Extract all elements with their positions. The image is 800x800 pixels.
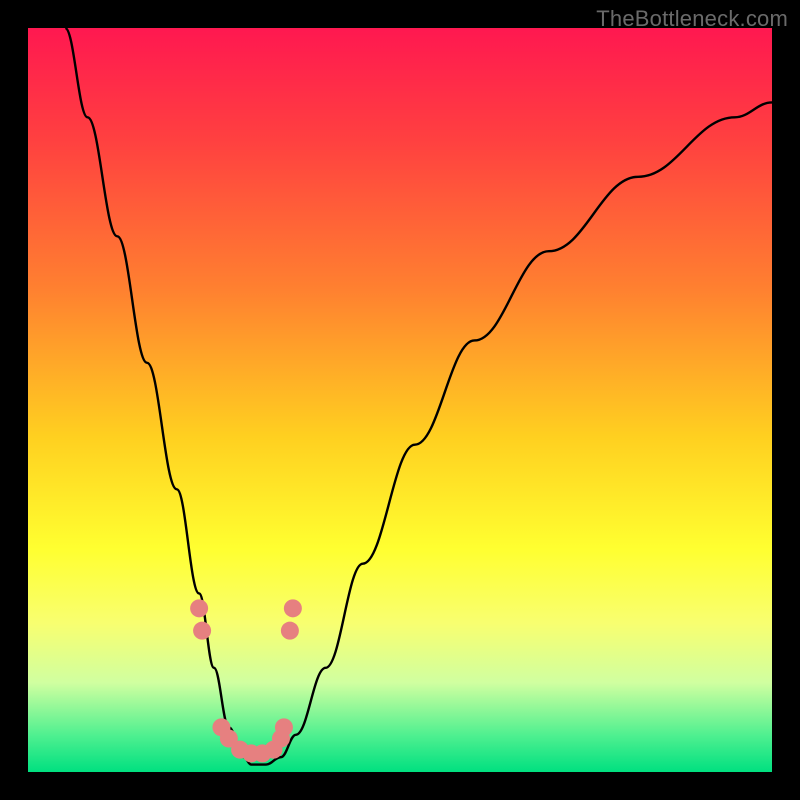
marker-dot (284, 599, 302, 617)
marker-dots-group (190, 599, 302, 762)
bottleneck-curve-path (65, 28, 772, 765)
marker-dot (281, 622, 299, 640)
chart-plot-area (28, 28, 772, 772)
watermark-text: TheBottleneck.com (596, 6, 788, 32)
chart-svg (28, 28, 772, 772)
marker-dot (275, 718, 293, 736)
marker-dot (190, 599, 208, 617)
marker-dot (193, 622, 211, 640)
